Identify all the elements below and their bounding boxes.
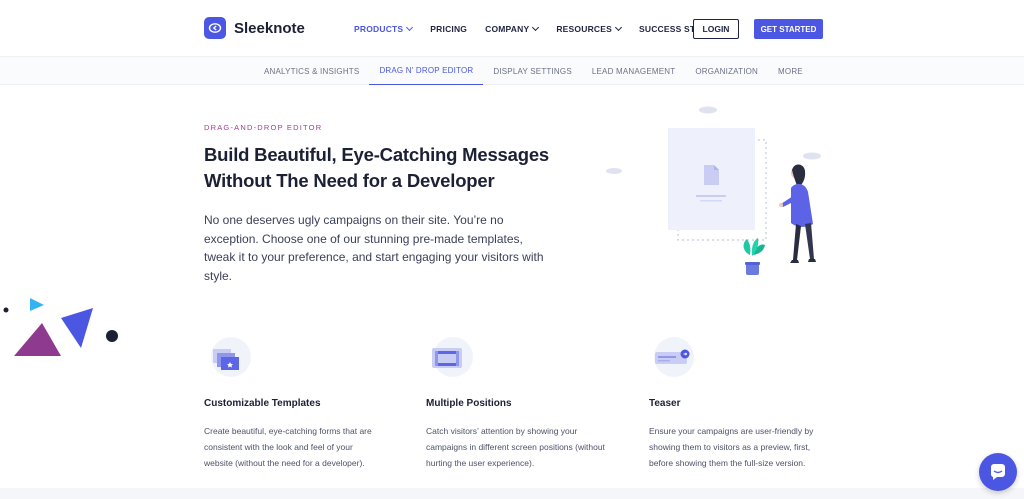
- tab-lead-management[interactable]: LEAD MANAGEMENT: [582, 57, 685, 85]
- hero-eyebrow: DRAG-AND-DROP EDITOR: [204, 123, 323, 132]
- hero-description: No one deserves ugly campaigns on their …: [204, 213, 544, 283]
- feature-description: Create beautiful, eye-catching forms tha…: [204, 426, 372, 468]
- person-illustration: [779, 164, 816, 263]
- feature-title: Customizable Templates: [204, 398, 321, 409]
- dot-icon: [106, 330, 118, 342]
- brand-name: Sleeknote: [234, 19, 305, 37]
- chat-widget-button[interactable]: [979, 453, 1017, 491]
- cloud-icon: [699, 106, 717, 114]
- plant-icon: [743, 239, 751, 255]
- decorative-shapes: [0, 290, 130, 370]
- chevron-down-icon: [406, 23, 414, 32]
- nav-item-label: PRODUCTS: [354, 24, 404, 34]
- nav-item-products[interactable]: PRODUCTS: [354, 23, 414, 34]
- feature-description: Ensure your campaigns are user-friendly …: [649, 426, 814, 468]
- feature-teaser: Teaser Ensure your campaigns are user-fr…: [649, 335, 839, 468]
- cloud-icon: [803, 152, 821, 160]
- nav-item-label: COMPANY: [485, 24, 530, 34]
- tab-more[interactable]: MORE: [768, 57, 813, 85]
- feature-title: Teaser: [649, 398, 681, 409]
- chevron-down-icon: [532, 23, 540, 32]
- product-subnav: ANALYTICS & INSIGHTS DRAG N' DROP EDITOR…: [0, 56, 1024, 85]
- triangle-icon: [30, 298, 44, 311]
- nav-item-label: PRICING: [430, 24, 468, 34]
- main-nav: PRODUCTS PRICING COMPANY RESOURCES SUCCE…: [354, 23, 741, 34]
- nav-item-label: RESOURCES: [556, 24, 612, 34]
- tab-organization[interactable]: ORGANIZATION: [685, 57, 768, 85]
- hero-title: Build Beautiful, Eye-Catching Messages W…: [204, 142, 564, 194]
- editor-illustration: [600, 100, 840, 290]
- teaser-icon: [649, 335, 699, 379]
- triangle-icon: [61, 308, 93, 348]
- chat-bubble-icon: [990, 464, 1005, 480]
- page-bottom-edge: [0, 488, 1024, 499]
- cloud-icon: [606, 168, 622, 174]
- templates-icon: [204, 335, 254, 379]
- tab-drag-n-drop-editor[interactable]: DRAG N' DROP EDITOR: [369, 57, 484, 85]
- feature-customizable-templates: Customizable Templates Create beautiful,…: [204, 335, 394, 468]
- nav-item-pricing[interactable]: PRICING: [430, 24, 467, 34]
- positions-icon: [426, 335, 476, 379]
- sleeknote-logo-icon: [204, 17, 226, 39]
- hero-title-line: Build Beautiful, Eye-Catching Messages: [204, 144, 550, 165]
- login-button[interactable]: LOGIN: [693, 19, 739, 39]
- tab-display-settings[interactable]: DISPLAY SETTINGS: [483, 57, 581, 85]
- nav-item-resources[interactable]: RESOURCES: [556, 23, 623, 34]
- hero-title-line: Without The Need for a Developer: [204, 170, 495, 191]
- get-started-button[interactable]: GET STARTED: [754, 19, 823, 39]
- feature-description: Catch visitors’ attention by showing you…: [426, 426, 605, 468]
- chevron-down-icon: [614, 23, 623, 32]
- nav-item-company[interactable]: COMPANY: [485, 23, 540, 34]
- triangle-icon: [14, 323, 61, 356]
- feature-multiple-positions: Multiple Positions Catch visitors’ atten…: [426, 335, 616, 468]
- tab-analytics-insights[interactable]: ANALYTICS & INSIGHTS: [254, 57, 369, 85]
- site-header: Sleeknote PRODUCTS PRICING COMPANY RESOU…: [0, 0, 1024, 56]
- dot-icon: [3, 307, 9, 313]
- brand-logo[interactable]: Sleeknote: [204, 17, 305, 39]
- feature-title: Multiple Positions: [426, 398, 512, 409]
